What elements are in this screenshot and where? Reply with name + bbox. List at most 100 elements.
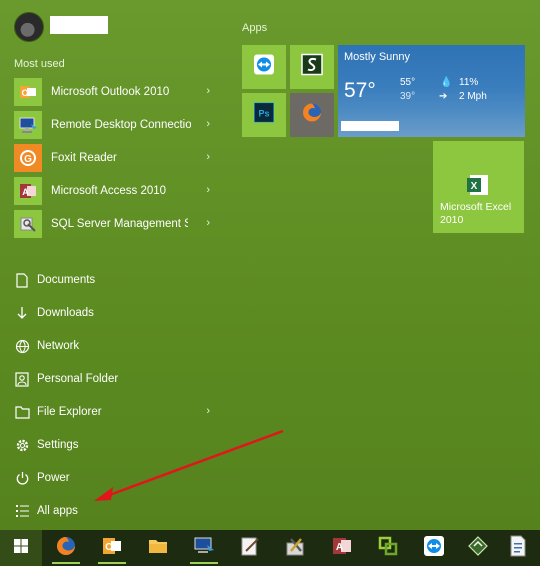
chevron-right-icon[interactable]: › (206, 405, 210, 417)
firefox-icon (55, 535, 77, 562)
user-avatar[interactable] (14, 12, 44, 42)
wind-icon: ➔ (439, 91, 448, 102)
teamviewer-icon (253, 54, 275, 81)
menu-label-file-explorer: File Explorer (37, 406, 102, 418)
download-icon (14, 305, 30, 321)
humidity-icon: 💧 (440, 77, 453, 88)
menu-label-network: Network (37, 340, 80, 352)
chevron-right-icon[interactable]: › (206, 151, 210, 163)
notepad-icon (239, 535, 261, 562)
list-icon (14, 503, 30, 519)
apps-group-label: Apps (242, 22, 268, 34)
menu-item-personal-folder[interactable]: Personal Folder (14, 367, 214, 391)
folder-icon (14, 404, 30, 420)
tile-teamviewer[interactable] (242, 45, 286, 89)
vmware-icon (377, 535, 399, 562)
menu-item-all-apps[interactable]: All apps (14, 499, 214, 523)
most-used-label-access: Microsoft Access 2010 (51, 185, 167, 197)
document-icon (508, 535, 528, 562)
tile-photoshop[interactable]: Ps (242, 93, 286, 137)
menu-item-power[interactable]: Power (14, 466, 214, 490)
svg-text:A: A (22, 187, 29, 197)
weather-location (341, 121, 399, 131)
menu-item-network[interactable]: Network (14, 334, 214, 358)
taskbar-sql[interactable] (458, 532, 498, 564)
most-used-item-foxit[interactable]: G Foxit Reader › (14, 144, 214, 172)
tile-weather[interactable]: Mostly Sunny 57° 55° 39° 💧 11% ➔ 2 Mph (338, 45, 525, 137)
windows-logo-icon (13, 538, 29, 559)
most-used-item-sql-server[interactable]: SQL Server Management Studio › (14, 210, 214, 238)
access-icon: A (14, 177, 42, 205)
firefox-icon (301, 102, 323, 129)
weather-wind: 2 Mph (459, 91, 487, 102)
outlook-icon: O (14, 78, 42, 106)
running-indicator (190, 562, 218, 564)
svg-text:G: G (24, 154, 32, 165)
running-indicator (52, 562, 80, 564)
tile-firefox[interactable] (290, 93, 334, 137)
weather-high: 55° (400, 77, 416, 88)
most-used-label: Most used (14, 58, 65, 70)
taskbar-document[interactable] (498, 532, 538, 564)
power-icon (14, 470, 30, 486)
start-button[interactable] (0, 530, 42, 566)
menu-label-personal-folder: Personal Folder (37, 373, 119, 385)
taskbar-notepad[interactable] (230, 532, 270, 564)
taskbar-tools[interactable] (276, 532, 316, 564)
menu-item-file-explorer[interactable]: File Explorer › (14, 400, 214, 424)
menu-label-settings: Settings (37, 439, 79, 451)
sql-server-icon (14, 210, 42, 238)
outlook-icon: O (101, 535, 123, 562)
menu-label-documents: Documents (37, 274, 96, 286)
teamviewer-icon (423, 535, 445, 562)
photoshop-icon: Ps (253, 101, 275, 128)
remote-desktop-icon (14, 111, 42, 139)
svg-text:O: O (21, 88, 28, 98)
remote-desktop-icon (193, 536, 215, 561)
running-indicator (98, 562, 126, 564)
chevron-right-icon[interactable]: › (206, 85, 210, 97)
taskbar-teamviewer[interactable] (414, 532, 454, 564)
most-used-item-access[interactable]: A Microsoft Access 2010 › (14, 177, 214, 205)
sway-icon (300, 53, 324, 82)
menu-label-power: Power (37, 472, 70, 484)
sql-icon (467, 535, 489, 562)
chevron-right-icon[interactable]: › (206, 118, 210, 130)
taskbar-remote-desktop[interactable] (184, 532, 224, 564)
user-name[interactable] (50, 16, 108, 34)
taskbar-outlook[interactable]: O (92, 532, 132, 564)
foxit-reader-icon: G (14, 144, 42, 172)
access-icon: A (331, 535, 353, 562)
weather-temperature: 57° (344, 79, 376, 102)
menu-item-settings[interactable]: Settings (14, 433, 214, 457)
menu-label-all-apps: All apps (37, 505, 78, 517)
taskbar-vmware[interactable] (368, 532, 408, 564)
tile-sway[interactable] (290, 45, 334, 89)
person-folder-icon (14, 371, 30, 387)
weather-humidity: 11% (459, 77, 479, 88)
svg-text:A: A (336, 542, 343, 553)
tile-label-excel: Microsoft Excel 2010 (440, 201, 512, 226)
menu-item-documents[interactable]: Documents (14, 268, 214, 292)
chevron-right-icon[interactable]: › (206, 184, 210, 196)
most-used-label-outlook: Microsoft Outlook 2010 (51, 86, 170, 98)
taskbar: O A (0, 530, 540, 566)
document-icon (14, 272, 30, 288)
gear-icon (14, 437, 30, 453)
taskbar-file-explorer[interactable] (138, 532, 178, 564)
file-explorer-icon (147, 536, 169, 561)
start-menu: Most used O Microsoft Outlook 2010 › Rem… (0, 0, 540, 530)
most-used-label-foxit: Foxit Reader (51, 152, 117, 164)
taskbar-firefox[interactable] (46, 532, 86, 564)
svg-text:O: O (105, 542, 113, 553)
most-used-label-sql-server: SQL Server Management Studio (51, 218, 188, 230)
weather-low: 39° (400, 91, 416, 102)
chevron-right-icon[interactable]: › (206, 217, 210, 229)
most-used-item-remote-desktop[interactable]: Remote Desktop Connection › (14, 111, 214, 139)
tile-excel[interactable]: X Microsoft Excel 2010 (433, 141, 524, 233)
menu-item-downloads[interactable]: Downloads (14, 301, 214, 325)
taskbar-access[interactable]: A (322, 532, 362, 564)
network-icon (14, 338, 30, 354)
most-used-item-outlook[interactable]: O Microsoft Outlook 2010 › (14, 78, 214, 106)
tools-icon (285, 535, 307, 562)
